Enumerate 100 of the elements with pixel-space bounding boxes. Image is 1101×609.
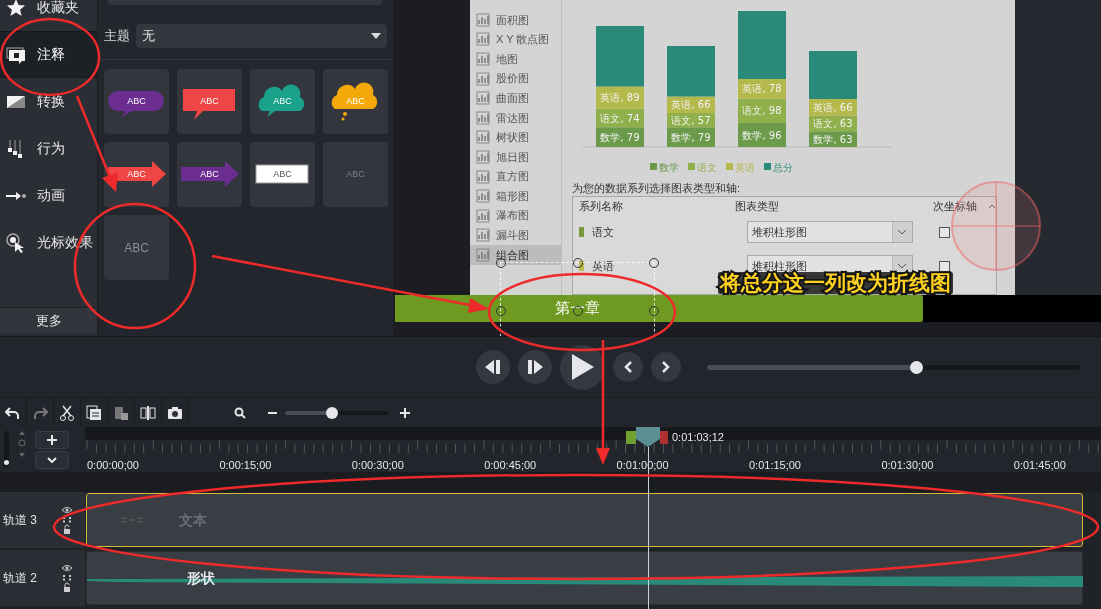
track-name: 轨道 3 (3, 512, 37, 529)
chart-type-item[interactable]: 组合图 (470, 245, 561, 265)
speech-bubble-icon (6, 44, 26, 65)
undo-icon (5, 404, 21, 421)
sidebar-item[interactable]: 收藏夹 (0, 0, 97, 31)
data-label: 语文, 98 (742, 105, 782, 117)
callout-style-tile[interactable]: ABC (104, 69, 169, 134)
track-controls-icon[interactable] (61, 563, 73, 593)
chevron-left-icon (624, 361, 632, 373)
data-label: 数学, 63 (813, 133, 853, 145)
callout-style-tile[interactable]: ABC (177, 142, 242, 207)
play-icon (571, 354, 594, 380)
collapse-button[interactable] (35, 451, 69, 469)
add-track-button[interactable] (35, 431, 69, 449)
data-label: 数学, 79 (600, 131, 640, 143)
chart-type-icon (476, 130, 490, 145)
chart-type-item[interactable]: 面积图 (470, 10, 561, 30)
chart-type-icon (476, 91, 490, 106)
zoom-thumb[interactable] (326, 406, 339, 419)
chevron-down-icon (47, 457, 57, 463)
legend-label: 英语 (735, 162, 755, 173)
more-button[interactable]: 更多 (0, 307, 97, 333)
chart-type-item[interactable]: 股价图 (470, 68, 561, 89)
tile-text: ABC (346, 167, 365, 181)
chart-type-icon (476, 228, 490, 243)
data-label: 数学, 96 (742, 129, 782, 141)
sidebar-item[interactable]: 注释 (0, 31, 97, 78)
cursor-icon (6, 232, 26, 253)
previous-button[interactable] (613, 352, 643, 382)
callout-style-tile[interactable]: ABC (177, 69, 242, 134)
data-label: 英语, 66 (671, 99, 711, 111)
chevron-right-icon (662, 361, 670, 373)
scrub-thumb[interactable] (909, 360, 923, 374)
legend-label: 语文 (697, 162, 717, 173)
chart-type-item[interactable]: X Y 散点图 (470, 29, 561, 50)
column-header: 次坐标轴 (933, 198, 978, 214)
clip-label: 形状 (187, 568, 215, 588)
chart-type-item[interactable]: 漏斗图 (470, 225, 561, 246)
copy-icon (86, 404, 102, 421)
step-back-icon (485, 360, 501, 374)
chart-type-item[interactable]: 雷达图 (470, 107, 561, 128)
callout-style-tile[interactable]: ABC (250, 142, 315, 207)
chart-type-icon (476, 32, 490, 47)
callout-style-tile[interactable]: ABC (104, 142, 169, 207)
chart-type-item[interactable]: 直方图 (470, 166, 561, 187)
chart-type-item[interactable]: 地图 (470, 49, 561, 69)
legend-label: 数学 (659, 162, 679, 173)
track-controls-icon[interactable] (61, 505, 73, 535)
sidebar-item[interactable]: 转换 (0, 78, 97, 125)
camera-icon (167, 404, 183, 421)
tile-text: ABC (124, 239, 149, 257)
caret-icon (892, 222, 912, 242)
timeline-clip[interactable]: 形状 (86, 551, 1083, 605)
data-label: 语文, 57 (671, 114, 711, 126)
chart-type-item[interactable]: 瀑布图 (470, 205, 561, 226)
chart-type-item[interactable]: 旭日图 (470, 147, 561, 167)
selection-start-marker[interactable] (626, 430, 636, 444)
cut-icon (59, 404, 75, 421)
chart-type-item[interactable]: 箱形图 (470, 186, 561, 206)
prompt-text: 为您的数据系列选择图表类型和轴: (572, 181, 742, 196)
chart-type-icon (476, 208, 490, 223)
caption-text: 将总分这一列改为折线图 (718, 272, 953, 294)
checkbox[interactable] (939, 260, 950, 272)
next-frame-button[interactable] (518, 350, 552, 384)
zoom-out-icon[interactable] (268, 411, 277, 414)
paste-icon (113, 404, 129, 421)
data-label: 语文, 74 (600, 112, 640, 124)
sidebar-item[interactable]: 动画 (0, 172, 97, 219)
callout-style-tile[interactable]: ABC (323, 142, 388, 207)
caret-icon (371, 33, 381, 39)
callout-style-tile[interactable]: ABC (104, 215, 169, 280)
zoom-in-icon[interactable] (400, 407, 410, 418)
search-icon[interactable] (234, 406, 246, 419)
tile-text: ABC (127, 94, 146, 108)
theme-dropdown[interactable]: 无 (136, 24, 387, 48)
tile-text: ABC (200, 94, 219, 108)
previous-frame-button[interactable] (476, 350, 510, 384)
legend-label: 总分 (773, 162, 793, 173)
split-icon (140, 404, 156, 421)
chart-type-icon (476, 169, 490, 184)
chart-type-icon (476, 110, 490, 125)
callout-bar[interactable]: 第一章 (395, 295, 923, 322)
track-height-slider[interactable] (4, 431, 9, 467)
playhead-handle[interactable] (636, 427, 660, 447)
tile-text: ABC (127, 167, 146, 181)
data-label: 英语, 66 (813, 101, 853, 113)
chart-type-dropdown[interactable]: 堆积柱形图 (747, 221, 913, 243)
track-name: 轨道 2 (3, 570, 37, 587)
chart-type-icon (476, 189, 490, 204)
checkbox[interactable] (939, 226, 950, 238)
next-button[interactable] (651, 352, 681, 382)
callout-style-tile[interactable]: ABC (250, 69, 315, 134)
series-name: 语文 (592, 224, 614, 240)
chart-type-item[interactable]: 曲面图 (470, 88, 561, 108)
selection-end-marker[interactable] (660, 430, 668, 444)
tile-text: ABC (273, 94, 292, 108)
sidebar-item[interactable]: 行为 (0, 125, 97, 172)
chart-type-item[interactable]: 树状图 (470, 127, 561, 148)
zoom-icon (17, 431, 27, 457)
scroll-up-icon[interactable] (988, 203, 996, 209)
